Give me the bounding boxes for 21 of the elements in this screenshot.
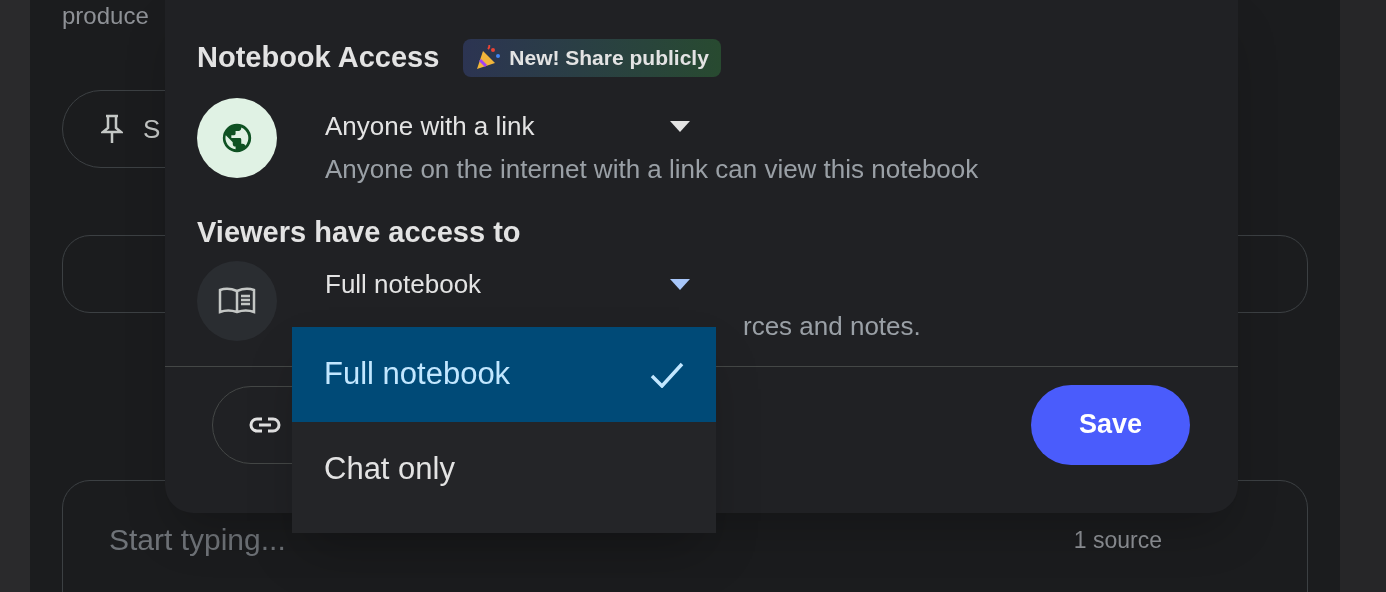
globe-icon	[220, 121, 254, 155]
dialog-title: Notebook Access	[197, 40, 440, 76]
check-icon	[650, 361, 684, 388]
menu-item[interactable]: Full notebook	[292, 327, 716, 422]
access-description: Anyone on the internet with a link can view this notebook	[325, 153, 979, 186]
caret-icon	[670, 279, 690, 290]
viewers-description: rces and notes.	[743, 309, 921, 343]
link-icon	[249, 415, 281, 434]
caret-icon	[670, 120, 690, 132]
viewers-heading: Viewers have access to	[197, 215, 522, 250]
menu-item[interactable]: Chat only	[292, 422, 716, 517]
viewers-select[interactable]: Full notebook	[325, 264, 690, 305]
save-button[interactable]: Save	[1031, 384, 1190, 465]
book-icon	[218, 286, 256, 315]
new-badge: New! Share publicly	[463, 39, 721, 77]
party-popper-icon	[475, 45, 502, 71]
composer-input[interactable]: Start typing...	[109, 517, 609, 562]
pin-icon	[101, 114, 123, 144]
intro-text: produce	[62, 4, 150, 28]
source-count: 1 source	[1073, 526, 1162, 555]
access-select[interactable]: Anyone with a link	[325, 106, 690, 146]
